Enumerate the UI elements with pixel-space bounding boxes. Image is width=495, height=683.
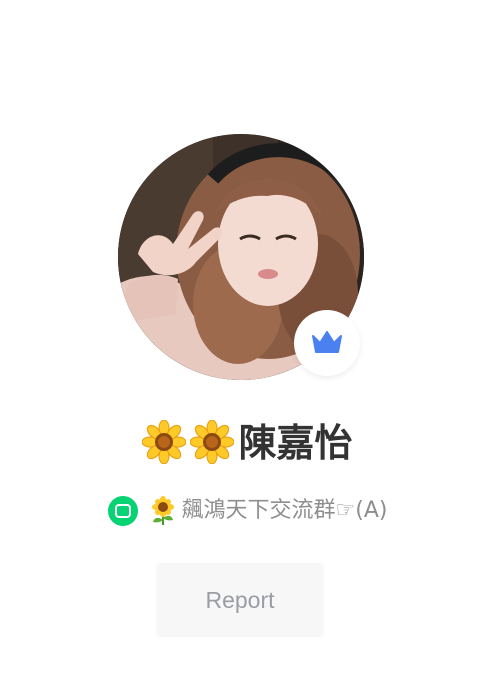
sunflower-icon bbox=[151, 496, 174, 525]
openchat-icon bbox=[107, 496, 138, 526]
display-name-row: 陳嘉怡 bbox=[0, 420, 495, 467]
avatar-container bbox=[118, 134, 364, 380]
sunflower-icon bbox=[190, 420, 235, 464]
display-name: 陳嘉怡 bbox=[238, 421, 353, 465]
report-button[interactable]: Report bbox=[156, 563, 324, 637]
sunflower-icon bbox=[142, 420, 187, 464]
official-badge bbox=[294, 310, 360, 376]
group-name: 飆鴻天下交流群☞(A) bbox=[181, 497, 388, 523]
profile-page: 陳嘉怡 飆鴻天下交流群☞(A) Report bbox=[0, 0, 495, 683]
crown-icon bbox=[312, 331, 342, 353]
openchat-group-row[interactable]: 飆鴻天下交流群☞(A) bbox=[0, 496, 495, 526]
